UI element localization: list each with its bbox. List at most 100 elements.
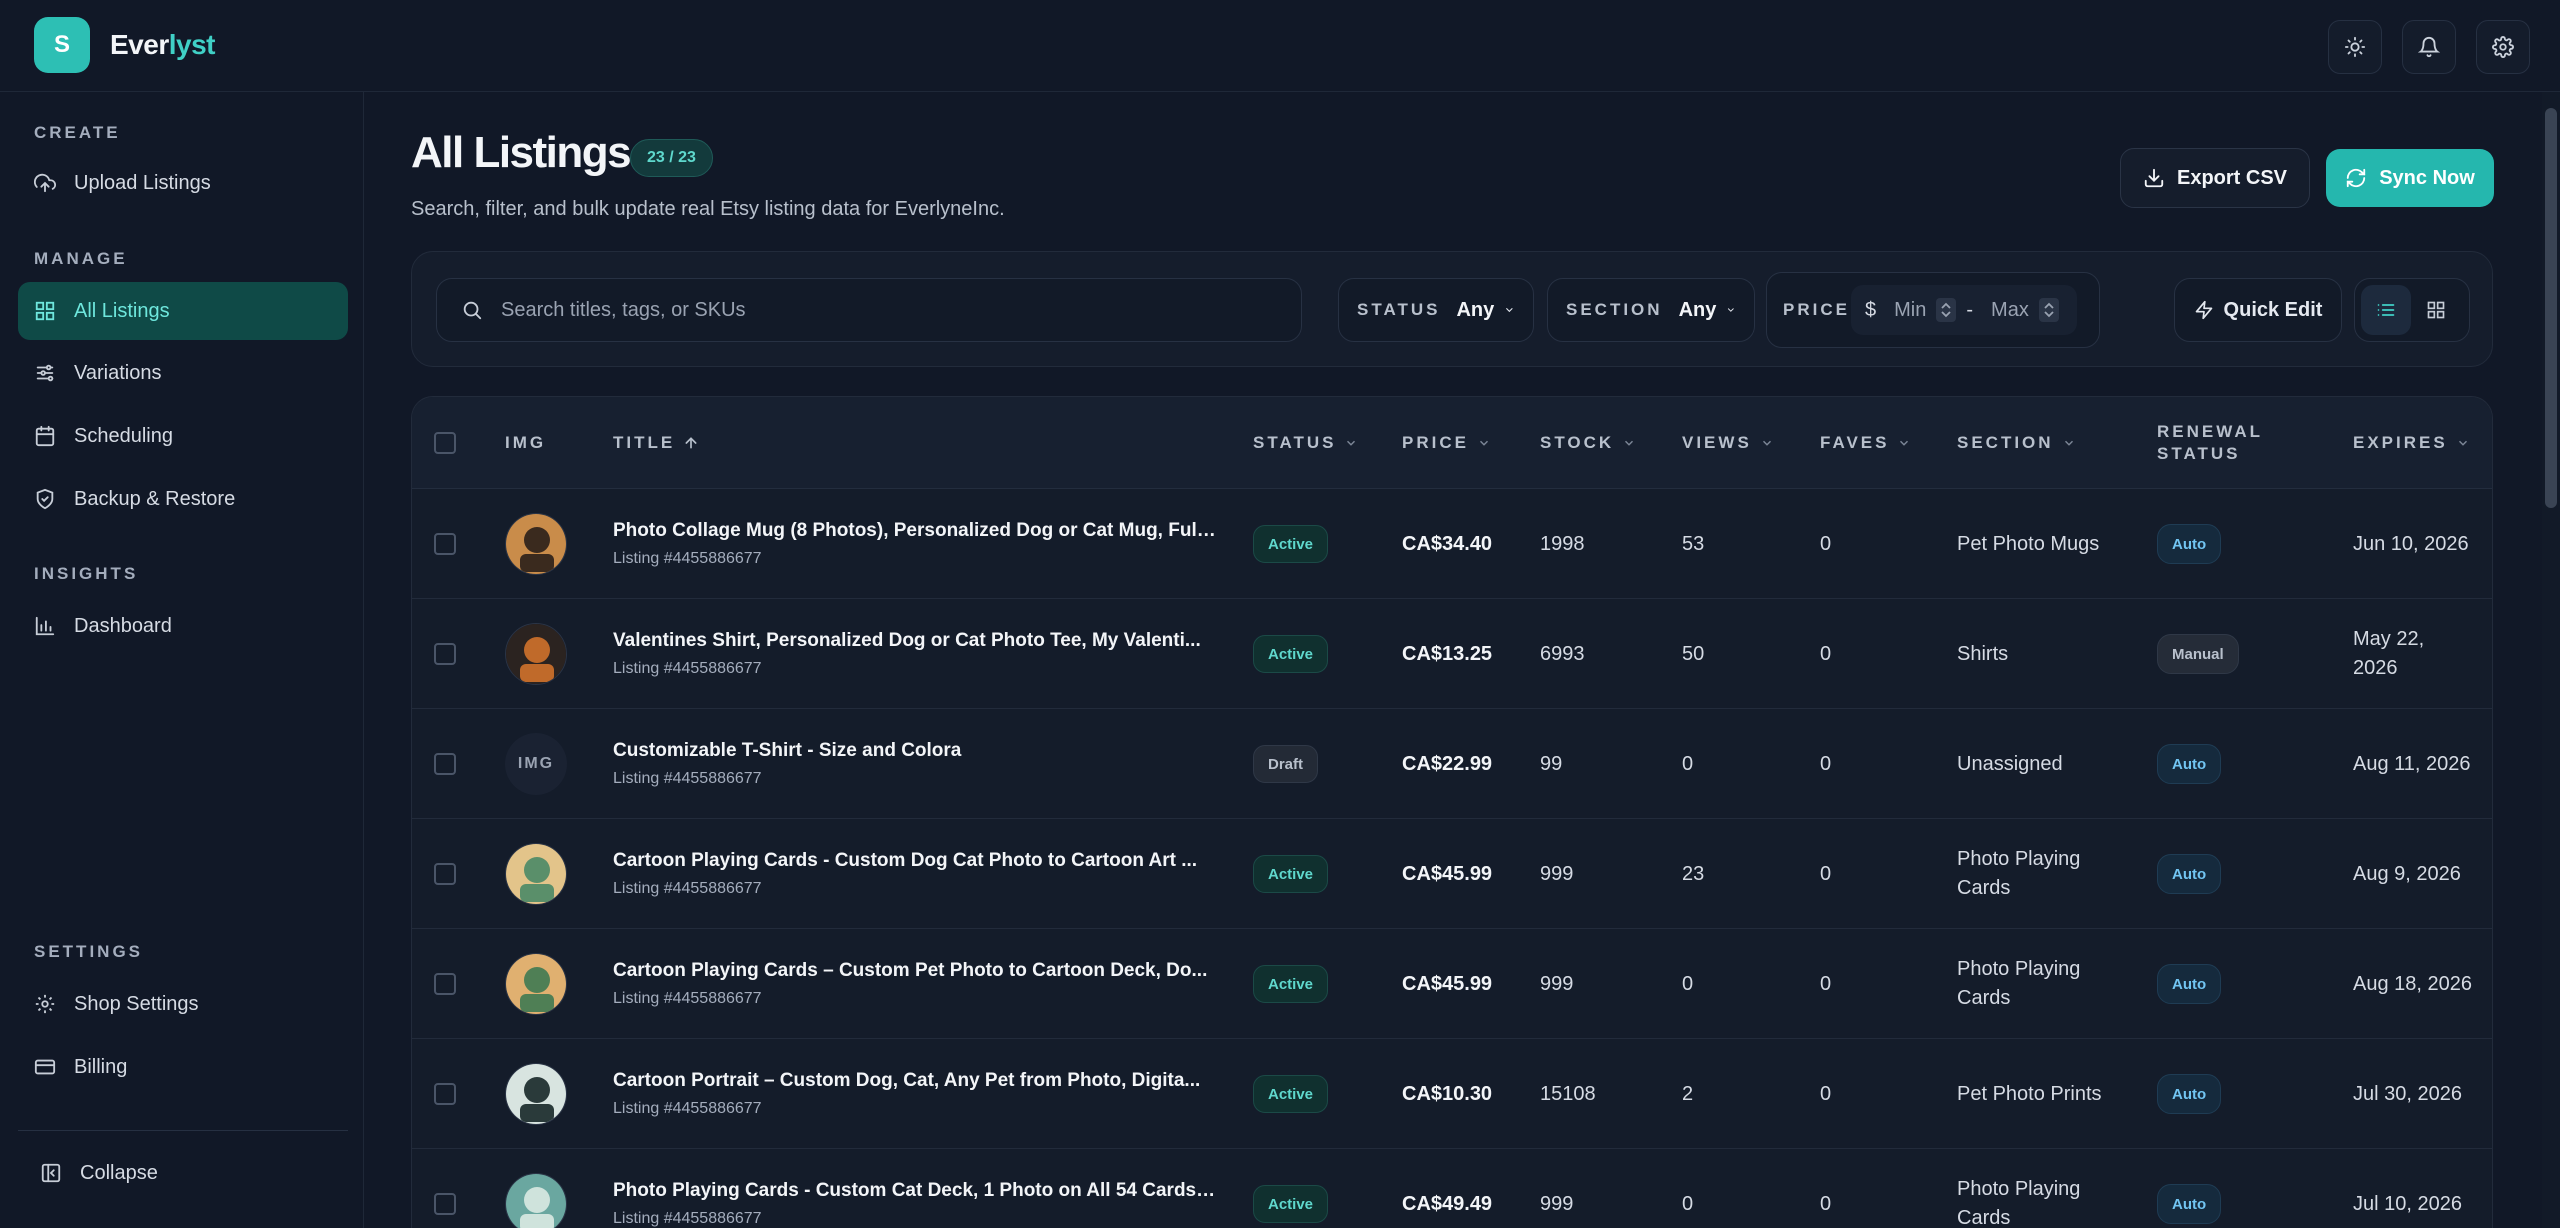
title-cell[interactable]: Cartoon Playing Cards - Custom Dog Cat P… — [613, 819, 1217, 929]
price-cell[interactable]: CA$10.30 — [1402, 1039, 1492, 1149]
column-header-stock[interactable]: STOCK — [1540, 397, 1636, 489]
sidebar-item-billing[interactable]: Billing — [18, 1038, 348, 1096]
theme-toggle-button[interactable] — [2328, 20, 2382, 74]
status-badge[interactable]: Active — [1253, 855, 1329, 893]
row-checkbox[interactable] — [434, 1083, 456, 1105]
search-box[interactable] — [436, 278, 1302, 342]
column-header-section[interactable]: SECTION — [1957, 397, 2076, 489]
renewal-badge[interactable]: Auto — [2157, 524, 2222, 564]
settings-button[interactable] — [2476, 20, 2530, 74]
price-cell[interactable]: CA$13.25 — [1402, 599, 1492, 709]
price-min-input[interactable]: Min — [1894, 299, 1926, 322]
scrollbar-thumb[interactable] — [2545, 108, 2557, 508]
status-badge[interactable]: Active — [1253, 1075, 1329, 1113]
renewal-badge[interactable]: Auto — [2157, 1074, 2222, 1114]
sidebar-item-upload-listings[interactable]: Upload Listings — [18, 154, 348, 212]
listing-thumbnail-placeholder[interactable]: IMG — [505, 733, 567, 795]
renewal-badge[interactable]: Manual — [2157, 634, 2239, 674]
title-cell[interactable]: Cartoon Portrait – Custom Dog, Cat, Any … — [613, 1039, 1217, 1149]
listing-title[interactable]: Cartoon Playing Cards - Custom Dog Cat P… — [613, 850, 1217, 872]
renewal-badge[interactable]: Auto — [2157, 1184, 2222, 1224]
status-badge[interactable]: Active — [1253, 635, 1329, 673]
table-row[interactable]: IMG Customizable T-Shirt - Size and Color… — [412, 709, 2492, 819]
row-checkbox-cell[interactable] — [434, 1149, 456, 1228]
section-cell[interactable]: Shirts — [1957, 599, 2107, 709]
price-cell[interactable]: CA$49.49 — [1402, 1149, 1492, 1228]
title-cell[interactable]: Photo Playing Cards - Custom Cat Deck, 1… — [613, 1149, 1217, 1228]
search-input[interactable] — [501, 298, 1281, 322]
status-filter-dropdown[interactable]: STATUS Any — [1338, 278, 1534, 342]
table-row[interactable]: Valentines Shirt, Personalized Dog or Ca… — [412, 599, 2492, 709]
notifications-button[interactable] — [2402, 20, 2456, 74]
export-csv-button[interactable]: Export CSV — [2120, 148, 2310, 208]
price-max-input[interactable]: Max — [1991, 299, 2029, 322]
listing-title[interactable]: Photo Collage Mug (8 Photos), Personaliz… — [613, 520, 1217, 542]
title-cell[interactable]: Valentines Shirt, Personalized Dog or Ca… — [613, 599, 1217, 709]
title-cell[interactable]: Photo Collage Mug (8 Photos), Personaliz… — [613, 489, 1217, 599]
select-all-checkbox-cell[interactable] — [434, 397, 456, 489]
grid-view-button[interactable] — [2411, 285, 2461, 335]
stock-cell[interactable]: 999 — [1540, 819, 1573, 929]
price-max-stepper[interactable] — [2038, 298, 2059, 322]
table-row[interactable]: Cartoon Portrait – Custom Dog, Cat, Any … — [412, 1039, 2492, 1149]
listing-thumbnail[interactable] — [505, 843, 567, 905]
row-checkbox-cell[interactable] — [434, 489, 456, 599]
section-cell[interactable]: Pet Photo Prints — [1957, 1039, 2107, 1149]
row-checkbox-cell[interactable] — [434, 1039, 456, 1149]
status-badge[interactable]: Active — [1253, 965, 1329, 1003]
section-cell[interactable]: Photo Playing Cards — [1957, 1149, 2107, 1228]
column-header-faves[interactable]: FAVES — [1820, 397, 1911, 489]
renewal-badge[interactable]: Auto — [2157, 744, 2222, 784]
sidebar-item-dashboard[interactable]: Dashboard — [18, 597, 348, 655]
row-checkbox-cell[interactable] — [434, 599, 456, 709]
column-header-renewal-status[interactable]: RENEWAL STATUS — [2157, 397, 2263, 489]
row-checkbox-cell[interactable] — [434, 819, 456, 929]
section-filter-dropdown[interactable]: SECTION Any — [1547, 278, 1755, 342]
listing-thumbnail[interactable] — [505, 953, 567, 1015]
table-row[interactable]: Photo Playing Cards - Custom Cat Deck, 1… — [412, 1149, 2492, 1228]
sidebar-item-scheduling[interactable]: Scheduling — [18, 407, 348, 465]
row-checkbox-cell[interactable] — [434, 929, 456, 1039]
row-checkbox[interactable] — [434, 973, 456, 995]
price-min-stepper[interactable] — [1936, 298, 1957, 322]
list-view-button[interactable] — [2361, 285, 2411, 335]
listing-thumbnail[interactable] — [505, 513, 567, 575]
table-row[interactable]: Cartoon Playing Cards – Custom Pet Photo… — [412, 929, 2492, 1039]
renewal-badge[interactable]: Auto — [2157, 964, 2222, 1004]
column-header-title[interactable]: TITLE — [613, 397, 699, 489]
row-checkbox[interactable] — [434, 643, 456, 665]
section-cell[interactable]: Pet Photo Mugs — [1957, 489, 2107, 599]
section-cell[interactable]: Photo Playing Cards — [1957, 819, 2107, 929]
title-cell[interactable]: Customizable T-Shirt - Size and Colora Li… — [613, 709, 1217, 819]
row-checkbox[interactable] — [434, 863, 456, 885]
title-cell[interactable]: Cartoon Playing Cards – Custom Pet Photo… — [613, 929, 1217, 1039]
column-header-expires[interactable]: EXPIRES — [2353, 397, 2470, 489]
collapse-button[interactable]: Collapse — [18, 1144, 348, 1202]
column-header-views[interactable]: VIEWS — [1682, 397, 1774, 489]
section-cell[interactable]: Unassigned — [1957, 709, 2107, 819]
price-cell[interactable]: CA$34.40 — [1402, 489, 1492, 599]
price-cell[interactable]: CA$45.99 — [1402, 929, 1492, 1039]
price-cell[interactable]: CA$22.99 — [1402, 709, 1492, 819]
row-checkbox[interactable] — [434, 1193, 456, 1215]
listing-thumbnail[interactable] — [505, 1063, 567, 1125]
column-header-price[interactable]: PRICE — [1402, 397, 1491, 489]
brand[interactable]: S Everlyst — [34, 17, 215, 73]
listing-title[interactable]: Cartoon Playing Cards – Custom Pet Photo… — [613, 960, 1217, 982]
select-all-checkbox[interactable] — [434, 432, 456, 454]
page-scrollbar[interactable] — [2542, 92, 2560, 1228]
sync-now-button[interactable]: Sync Now — [2326, 149, 2494, 207]
stock-cell[interactable]: 999 — [1540, 1149, 1573, 1228]
sidebar-item-backup-restore[interactable]: Backup & Restore — [18, 470, 348, 528]
stock-cell[interactable]: 15108 — [1540, 1039, 1596, 1149]
row-checkbox[interactable] — [434, 753, 456, 775]
column-header-status[interactable]: STATUS — [1253, 397, 1358, 489]
status-badge[interactable]: Draft — [1253, 745, 1319, 783]
section-cell[interactable]: Photo Playing Cards — [1957, 929, 2107, 1039]
listing-thumbnail[interactable] — [505, 1173, 567, 1228]
listing-thumbnail[interactable] — [505, 623, 567, 685]
renewal-badge[interactable]: Auto — [2157, 854, 2222, 894]
row-checkbox[interactable] — [434, 533, 456, 555]
listing-title[interactable]: Photo Playing Cards - Custom Cat Deck, 1… — [613, 1180, 1217, 1202]
quick-edit-button[interactable]: Quick Edit — [2174, 278, 2342, 342]
